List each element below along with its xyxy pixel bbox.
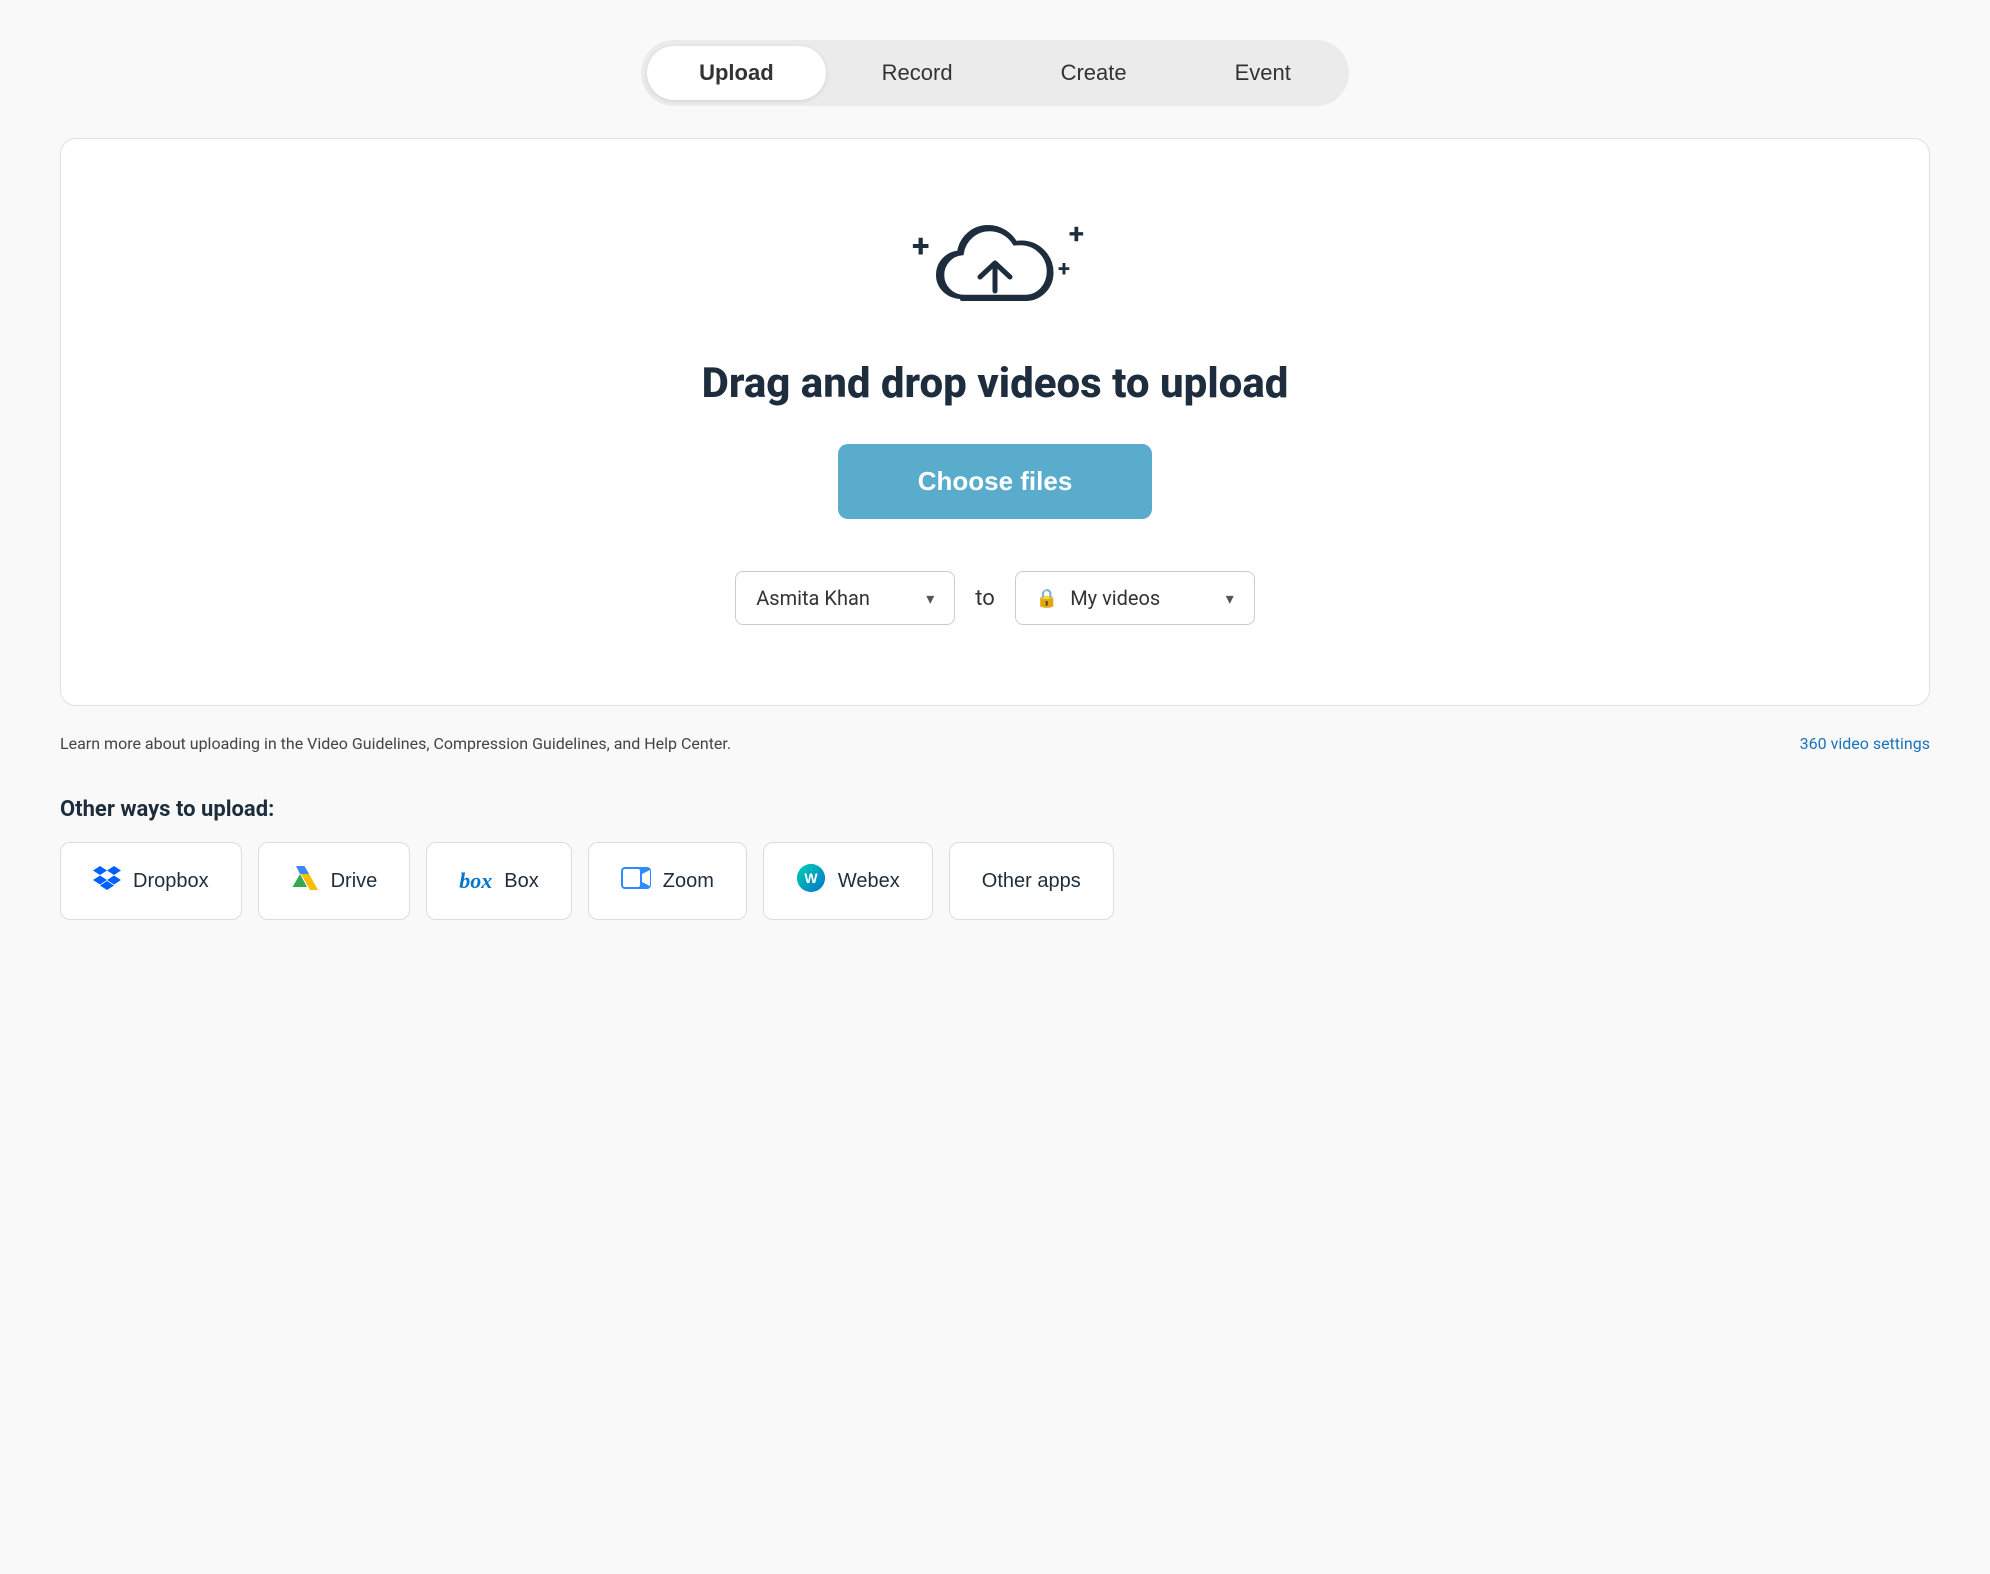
drive-icon <box>291 865 319 897</box>
to-label: to <box>975 586 995 611</box>
webex-button[interactable]: W Webex <box>763 842 933 920</box>
zoom-label: Zoom <box>663 870 714 893</box>
plus-icon-top-right: + <box>1069 217 1084 250</box>
plus-icon-mid-right: + <box>1058 257 1070 282</box>
other-ways-section: Other ways to upload: Dropbox <box>60 797 1930 920</box>
svg-text:W: W <box>804 870 818 886</box>
dropbox-label: Dropbox <box>133 870 209 893</box>
tab-upload[interactable]: Upload <box>647 46 826 100</box>
other-apps-button[interactable]: Other apps <box>949 842 1114 920</box>
destination-dropdown-chevron: ▾ <box>1226 589 1234 608</box>
other-ways-grid: Dropbox Drive box Box <box>60 842 1930 920</box>
webex-label: Webex <box>838 870 900 893</box>
user-dropdown[interactable]: Asmita Khan ▾ <box>735 571 955 625</box>
drag-drop-title: Drag and drop videos to upload <box>702 359 1289 408</box>
destination-dropdown[interactable]: 🔒 My videos ▾ <box>1015 571 1255 625</box>
other-apps-label: Other apps <box>982 870 1081 893</box>
tabs-bar: Upload Record Create Event <box>641 40 1349 106</box>
info-text: Learn more about uploading in the Video … <box>60 734 731 753</box>
upload-destination-row: Asmita Khan ▾ to 🔒 My videos ▾ <box>735 571 1255 625</box>
user-dropdown-chevron: ▾ <box>926 589 934 608</box>
drive-button[interactable]: Drive <box>258 842 411 920</box>
tab-record[interactable]: Record <box>830 46 1005 100</box>
webex-icon: W <box>796 863 826 899</box>
box-button[interactable]: box Box <box>426 842 571 920</box>
tab-create[interactable]: Create <box>1009 46 1179 100</box>
dropbox-icon <box>93 865 121 898</box>
user-dropdown-value: Asmita Khan <box>756 586 870 610</box>
zoom-icon <box>621 867 651 895</box>
choose-files-button[interactable]: Choose files <box>838 444 1153 519</box>
box-label: Box <box>504 870 538 893</box>
cloud-upload-svg <box>930 219 1060 319</box>
lock-icon: 🔒 <box>1036 588 1058 609</box>
360-video-settings-link[interactable]: 360 video settings <box>1800 734 1930 753</box>
destination-dropdown-value: My videos <box>1070 586 1160 610</box>
info-bar: Learn more about uploading in the Video … <box>60 734 1930 753</box>
upload-dropzone: + + + Drag and drop videos to upload Cho… <box>60 138 1930 706</box>
tab-event[interactable]: Event <box>1183 46 1343 100</box>
other-ways-label: Other ways to upload: <box>60 797 1930 822</box>
drive-label: Drive <box>331 870 378 893</box>
plus-icon-left: + <box>912 227 929 265</box>
tabs-container: Upload Record Create Event <box>60 40 1930 106</box>
dropbox-button[interactable]: Dropbox <box>60 842 242 920</box>
cloud-upload-icon-wrap: + + + <box>930 219 1060 323</box>
zoom-button[interactable]: Zoom <box>588 842 747 920</box>
box-icon: box <box>459 868 492 894</box>
